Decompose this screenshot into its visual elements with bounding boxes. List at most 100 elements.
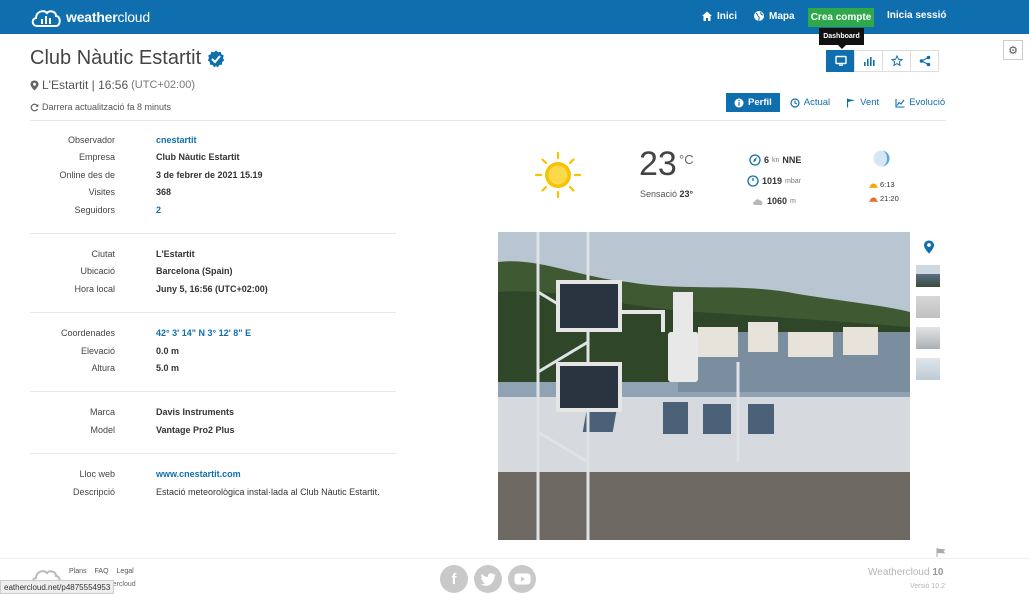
info-row-model: Model Vantage Pro2 Plus [30, 425, 396, 442]
home-icon [702, 11, 712, 21]
dashboard-view-button[interactable] [826, 50, 855, 72]
info-row-brand: Marca Davis Instruments [30, 407, 396, 424]
location-value: Barcelona (Spain) [156, 266, 233, 276]
cloud-logo-icon [31, 10, 61, 27]
info-row-description: Descripció Estació meteorològica instal·… [30, 487, 396, 504]
tab-evolucio-label: Evolució [909, 97, 946, 108]
observer-link[interactable]: cnestartit [156, 135, 197, 145]
info-row-city: Ciutat L'Estartit [30, 249, 396, 266]
nav-home-label: Inici [717, 10, 738, 22]
sun-icon [534, 151, 582, 199]
info-divider [30, 453, 396, 454]
sunset-row: 21:20 [869, 194, 899, 203]
sunrise-icon [869, 183, 878, 188]
followers-link[interactable]: 2 [156, 205, 161, 215]
create-account-button[interactable]: Crea compte [808, 8, 874, 27]
info-row-coordinates: Coordenades 42° 3' 14" N 3° 12' 8" E [30, 328, 396, 345]
tab-perfil-label: Perfil [748, 97, 772, 108]
nav-map[interactable]: Mapa [753, 10, 795, 22]
model-label: Model [90, 425, 115, 435]
share-button[interactable] [910, 50, 939, 72]
stats-view-button[interactable] [854, 50, 883, 72]
youtube-icon [514, 573, 530, 585]
share-icon [919, 55, 930, 67]
cloud-base-stat: 1060 m [752, 195, 796, 207]
followers-label: Seguidors [74, 205, 115, 215]
elevation-label: Elevació [80, 346, 115, 356]
facebook-button[interactable]: f [440, 565, 468, 593]
footer-link-plans[interactable]: Plans [69, 568, 87, 575]
footer-divider [0, 558, 1029, 559]
feels-like: Sensació 23° [640, 189, 693, 199]
elevation-value: 0.0 m [156, 346, 180, 356]
footer-link-faq[interactable]: FAQ [95, 568, 109, 575]
city-label: Ciutat [91, 249, 115, 259]
cloud-base-unit: m [790, 197, 796, 205]
photo-thumbnail[interactable] [915, 295, 941, 319]
twitter-button[interactable] [474, 565, 502, 593]
twitter-icon [480, 572, 495, 586]
pressure-unit: mbar [785, 177, 801, 185]
star-icon [890, 55, 903, 67]
tab-actual-label: Actual [803, 97, 831, 108]
online-since-label: Online des de [59, 170, 115, 180]
model-value: Vantage Pro2 Plus [156, 425, 235, 435]
info-row-elevation: Elevació 0.0 m [30, 346, 396, 363]
feels-like-value: 23° [679, 189, 694, 199]
observer-label: Observador [67, 135, 115, 145]
tab-vent-label: Vent [860, 97, 880, 108]
top-navbar: weathercloud Inici Mapa Crea compte Inic… [0, 0, 1029, 34]
tab-perfil[interactable]: Perfil [726, 93, 780, 112]
info-divider [30, 312, 396, 313]
profile-tabs: Perfil Actual Vent Evolució [726, 93, 953, 112]
photo-thumbnail[interactable] [915, 264, 941, 288]
flag-icon[interactable] [936, 548, 946, 557]
cloud-base-value: 1060 [767, 196, 788, 206]
visits-label: Visites [88, 187, 115, 197]
info-icon [734, 98, 744, 107]
tab-actual[interactable]: Actual [782, 93, 838, 112]
sunrise-time: 6:13 [880, 180, 895, 189]
description-label: Descripció [72, 487, 115, 497]
brand-name: weathercloud [66, 9, 150, 25]
weathercloud-logo[interactable]: weathercloud [30, 6, 150, 28]
footer-link-legal[interactable]: Legal [117, 568, 134, 575]
view-switcher [826, 50, 939, 72]
dashboard-tooltip: Dashboard [819, 28, 864, 49]
photo-thumbnail[interactable] [915, 357, 941, 381]
location-text: L'Estartit | 16:56 [42, 78, 129, 92]
map-pin-icon[interactable] [923, 240, 935, 254]
wind-unit: kn [772, 156, 780, 164]
station-photo[interactable] [498, 232, 910, 540]
youtube-button[interactable] [508, 565, 536, 593]
tab-evolucio[interactable]: Evolució [887, 93, 953, 112]
website-link[interactable]: www.cnestartit.com [156, 469, 241, 479]
tab-vent[interactable]: Vent [838, 93, 887, 112]
coordinates-link[interactable]: 42° 3' 14" N 3° 12' 8" E [156, 328, 251, 338]
photo-thumbnail[interactable] [915, 326, 941, 350]
info-row-observer: Observador cnestartit [30, 135, 396, 152]
wind-direction-value: NNE [782, 155, 802, 165]
info-row-location: Ubicació Barcelona (Spain) [30, 266, 396, 283]
height-value: 5.0 m [156, 363, 180, 373]
info-row-online-since: Online des de 3 de febrer de 2021 15.19 [30, 170, 396, 187]
nav-home[interactable]: Inici [701, 10, 737, 22]
pressure-value: 1019 [762, 176, 783, 186]
wind-compass-icon [749, 154, 761, 166]
version-label: Weathercloud 10 [868, 567, 943, 578]
coordinates-label: Coordenades [60, 328, 115, 338]
login-link[interactable]: Inicia sessió [887, 10, 946, 21]
company-label: Empresa [78, 152, 115, 162]
description-value: Estació meteorològica instal·lada al Clu… [156, 487, 380, 497]
settings-gear-button[interactable]: ⚙ [1003, 40, 1023, 60]
info-row-website: Lloc web www.cnestartit.com [30, 469, 396, 486]
info-divider [30, 391, 396, 392]
pressure-icon [747, 175, 759, 187]
last-update-text: Darrera actualització fa 8 minuts [42, 102, 172, 112]
info-row-height: Altura 5.0 m [30, 363, 396, 380]
brand-label: Marca [89, 407, 115, 417]
favorite-button[interactable] [882, 50, 911, 72]
local-time-value: Juny 5, 16:56 (UTC+02:00) [156, 284, 268, 294]
timezone-text: (UTC+02:00) [131, 79, 196, 91]
verified-icon [207, 50, 225, 67]
